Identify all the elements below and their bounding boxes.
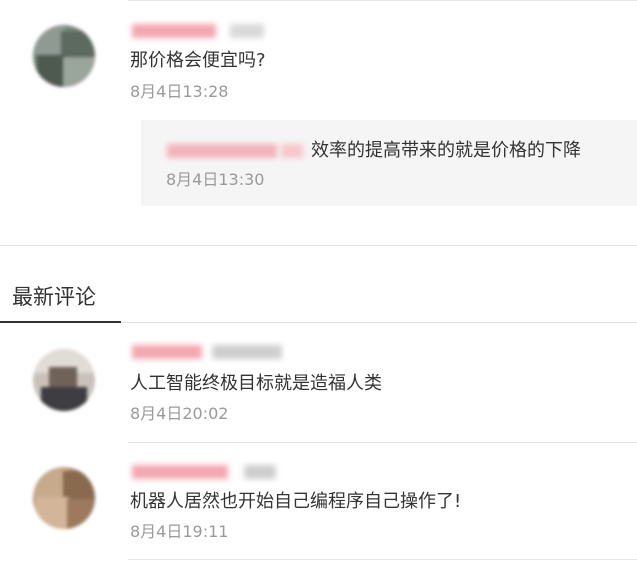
comment-time: 8月4日13:28 — [130, 82, 229, 101]
reply-box: 效率的提高带来的就是价格的下降 8月4日13:30 — [141, 120, 637, 206]
comment-text: 那价格会便宜吗? — [130, 50, 266, 71]
redacted-user-meta — [230, 24, 264, 38]
comment-divider — [128, 559, 637, 560]
comment-item: 人工智能终极目标就是造福人类 8月4日20:02 — [0, 323, 637, 443]
reply-text: 效率的提高带来的就是价格的下降 — [311, 140, 581, 161]
comment-text: 人工智能终极目标就是造福人类 — [130, 373, 382, 394]
section-divider — [0, 245, 637, 246]
section-title: 最新评论 — [12, 285, 96, 309]
comment-item: 机器人居然也开始自己编程序自己操作了! 8月4日19:11 — [0, 443, 637, 561]
redacted-reply-username[interactable] — [167, 144, 277, 158]
redacted-user-meta — [244, 465, 276, 479]
comment-time: 8月4日20:02 — [130, 404, 229, 423]
comment-text: 机器人居然也开始自己编程序自己操作了! — [130, 491, 462, 512]
avatar[interactable] — [33, 349, 95, 411]
redacted-reply-meta — [281, 144, 303, 158]
redacted-user-meta — [212, 345, 282, 359]
avatar[interactable] — [33, 25, 95, 87]
redacted-username[interactable] — [132, 465, 228, 479]
comment-time: 8月4日19:11 — [130, 522, 229, 541]
avatar[interactable] — [33, 467, 95, 529]
comment-item: 那价格会便宜吗? 8月4日13:28 效率的提高带来的就是价格的下降 8月4日1… — [0, 0, 637, 245]
reply-time: 8月4日13:30 — [166, 170, 265, 189]
redacted-username[interactable] — [132, 345, 202, 359]
redacted-username[interactable] — [132, 24, 216, 38]
